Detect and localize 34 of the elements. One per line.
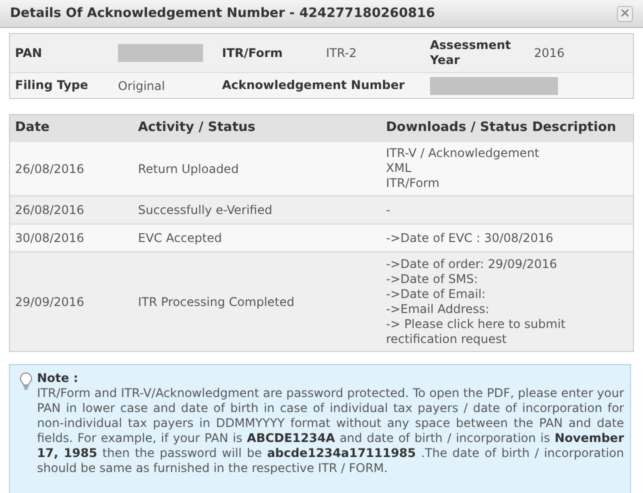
field-label: ITR/Form [222,46,284,60]
table-cell-text: 26/08/2016 [15,160,86,178]
table-cell-text: ->Date of Email: [386,287,487,302]
table-cell-text: ->Date of order: 29/09/2016 [386,257,558,272]
column-header: Activity / Status [138,118,256,137]
field-label: Assessment Year [430,38,512,68]
table-cell-text: Return Uploaded [138,160,240,178]
table-cell-text: ->Date of SMS: [386,272,479,287]
note-text: ITR/Form and ITR-V/Acknowledgment are password protected. To open the PDF, please enter your PAN in lower case and date of birth in case of individual tax payers / date of incorporation for non-individual tax payers in DDMMYYYY format without any space between the PAN and date fields. For example, if your PAN is ABCDE1234A and date of birth / incorporation is November 17, 1985 then the password will be abcde1234a17111985 .The date of birth / incorporation should be same as furnished in the respective ITR / FORM. [37,386,624,476]
table-cell-text: Successfully e-Verified [138,202,274,219]
field-value: ITR-2 [326,45,358,62]
field-label: Filing Type [15,78,90,93]
table-cell-text: ->Email Address: [386,302,490,317]
table-cell-text: XML [386,161,412,176]
lightbulb-icon [19,372,33,390]
table-cell-text: 26/08/2016 [15,202,86,219]
table-cell-text: -> Please click here to submit rectification request [386,317,567,347]
field-label: PAN [15,46,44,60]
table-cell-text: - [386,202,392,218]
table-cell-text: ITR Processing Completed [138,294,296,311]
field-value: Original [118,78,166,94]
note-title: Note : [37,371,80,386]
table-cell-text: ITR-V / Acknowledgement [386,146,540,161]
window-title: Details Of Acknowledgement Number - 424277180260816 [10,4,436,23]
field-label: Acknowledgement Number [222,78,406,93]
table-cell-text: ->Date of EVC : 30/08/2016 [386,230,554,246]
table-cell-text: EVC Accepted [138,230,223,247]
column-header: Date [15,118,51,137]
table-cell-text: 30/08/2016 [15,230,86,247]
field-value: 2016 [534,45,566,62]
column-header: Downloads / Status Description [386,118,618,137]
close-button[interactable]: × [617,6,633,22]
table-cell-text: ITR/Form [386,176,440,191]
table-cell-text: 29/09/2016 [15,294,86,311]
